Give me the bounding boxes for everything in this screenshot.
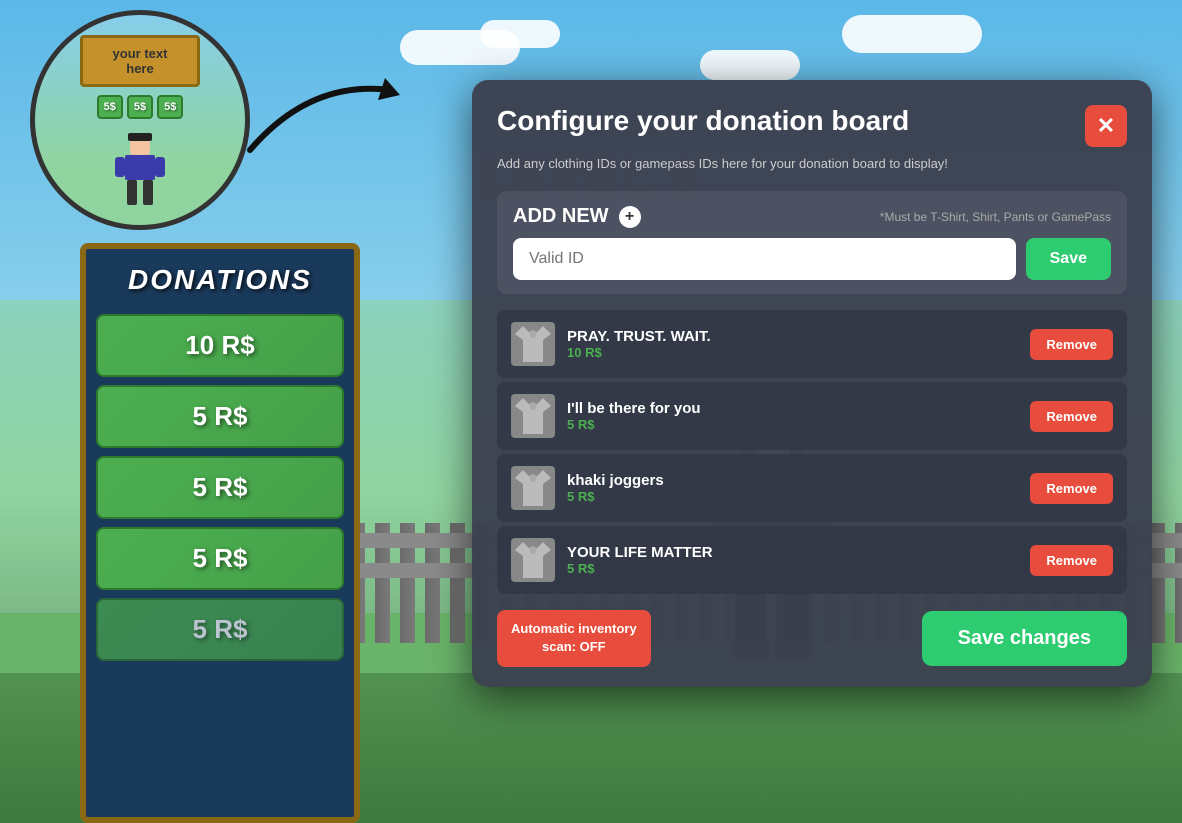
item-icon <box>511 394 555 438</box>
add-new-header: ADD NEW + *Must be T-Shirt, Shirt, Pants… <box>513 205 1111 228</box>
save-changes-button[interactable]: Save changes <box>922 611 1127 666</box>
item-info: I'll be there for you 5 R$ <box>567 400 1018 432</box>
item-name: khaki joggers <box>567 472 1018 489</box>
modal-header: Configure your donation board ✕ <box>497 105 1127 147</box>
preview-price-3: 5$ <box>157 95 183 119</box>
items-list: PRAY. TRUST. WAIT. 10 R$ Remove I'll be … <box>497 310 1127 594</box>
item-icon <box>511 466 555 510</box>
plus-icon: + <box>619 206 641 228</box>
remove-button[interactable]: Remove <box>1030 329 1113 360</box>
cloud <box>480 20 560 48</box>
item-price: 5 R$ <box>567 417 1018 432</box>
list-item: khaki joggers 5 R$ Remove <box>497 454 1127 522</box>
preview-sign-prices: 5$ 5$ 5$ <box>80 95 200 119</box>
item-icon <box>511 538 555 582</box>
preview-circle: your texthere 5$ 5$ 5$ <box>30 10 250 230</box>
id-save-button[interactable]: Save <box>1026 238 1111 280</box>
auto-scan-badge: Automatic inventory scan: OFF <box>497 610 651 666</box>
item-info: khaki joggers 5 R$ <box>567 472 1018 504</box>
remove-button[interactable]: Remove <box>1030 401 1113 432</box>
item-name: YOUR LIFE MATTER <box>567 544 1018 561</box>
item-info: PRAY. TRUST. WAIT. 10 R$ <box>567 328 1018 360</box>
item-price: 10 R$ <box>567 345 1018 360</box>
add-new-label: ADD NEW <box>513 205 609 228</box>
item-name: PRAY. TRUST. WAIT. <box>567 328 1018 345</box>
board-row: 10 R$ <box>96 314 344 377</box>
board-row: 5 R$ <box>96 385 344 448</box>
modal-subtitle: Add any clothing IDs or gamepass IDs her… <box>497 155 1127 173</box>
remove-button[interactable]: Remove <box>1030 473 1113 504</box>
shirt-icon <box>515 398 551 434</box>
item-info: YOUR LIFE MATTER 5 R$ <box>567 544 1018 576</box>
preview-sign-text: your texthere <box>80 35 200 87</box>
board-row: 5 R$ <box>96 527 344 590</box>
in-game-donation-board: DONATIONS 10 R$ 5 R$ 5 R$ 5 R$ 5 R$ <box>60 203 380 823</box>
shirt-icon <box>515 542 551 578</box>
cloud <box>842 15 982 53</box>
add-new-input-row: Save <box>513 238 1111 280</box>
board-title: DONATIONS <box>96 264 344 296</box>
modal-title: Configure your donation board <box>497 105 909 137</box>
preview-price-1: 5$ <box>97 95 123 119</box>
close-button[interactable]: ✕ <box>1085 105 1127 147</box>
configure-modal: Configure your donation board ✕ Add any … <box>472 80 1152 687</box>
item-name: I'll be there for you <box>567 400 1018 417</box>
preview-sign: your texthere 5$ 5$ 5$ <box>80 35 200 119</box>
item-icon <box>511 322 555 366</box>
list-item: YOUR LIFE MATTER 5 R$ Remove <box>497 526 1127 594</box>
item-price: 5 R$ <box>567 489 1018 504</box>
board-row: 5 R$ <box>96 598 344 661</box>
board-row: 5 R$ <box>96 456 344 519</box>
list-item: PRAY. TRUST. WAIT. 10 R$ Remove <box>497 310 1127 378</box>
add-new-section: ADD NEW + *Must be T-Shirt, Shirt, Pants… <box>497 191 1127 294</box>
shirt-icon <box>515 470 551 506</box>
arrow-graphic <box>230 60 430 180</box>
item-price: 5 R$ <box>567 561 1018 576</box>
modal-footer: Automatic inventory scan: OFF Save chang… <box>497 610 1127 666</box>
cloud <box>700 50 800 80</box>
preview-price-2: 5$ <box>127 95 153 119</box>
remove-button[interactable]: Remove <box>1030 545 1113 576</box>
shirt-icon <box>515 326 551 362</box>
valid-id-input[interactable] <box>513 238 1016 280</box>
list-item: I'll be there for you 5 R$ Remove <box>497 382 1127 450</box>
preview-character <box>110 130 170 210</box>
add-note: *Must be T-Shirt, Shirt, Pants or GamePa… <box>880 210 1111 224</box>
